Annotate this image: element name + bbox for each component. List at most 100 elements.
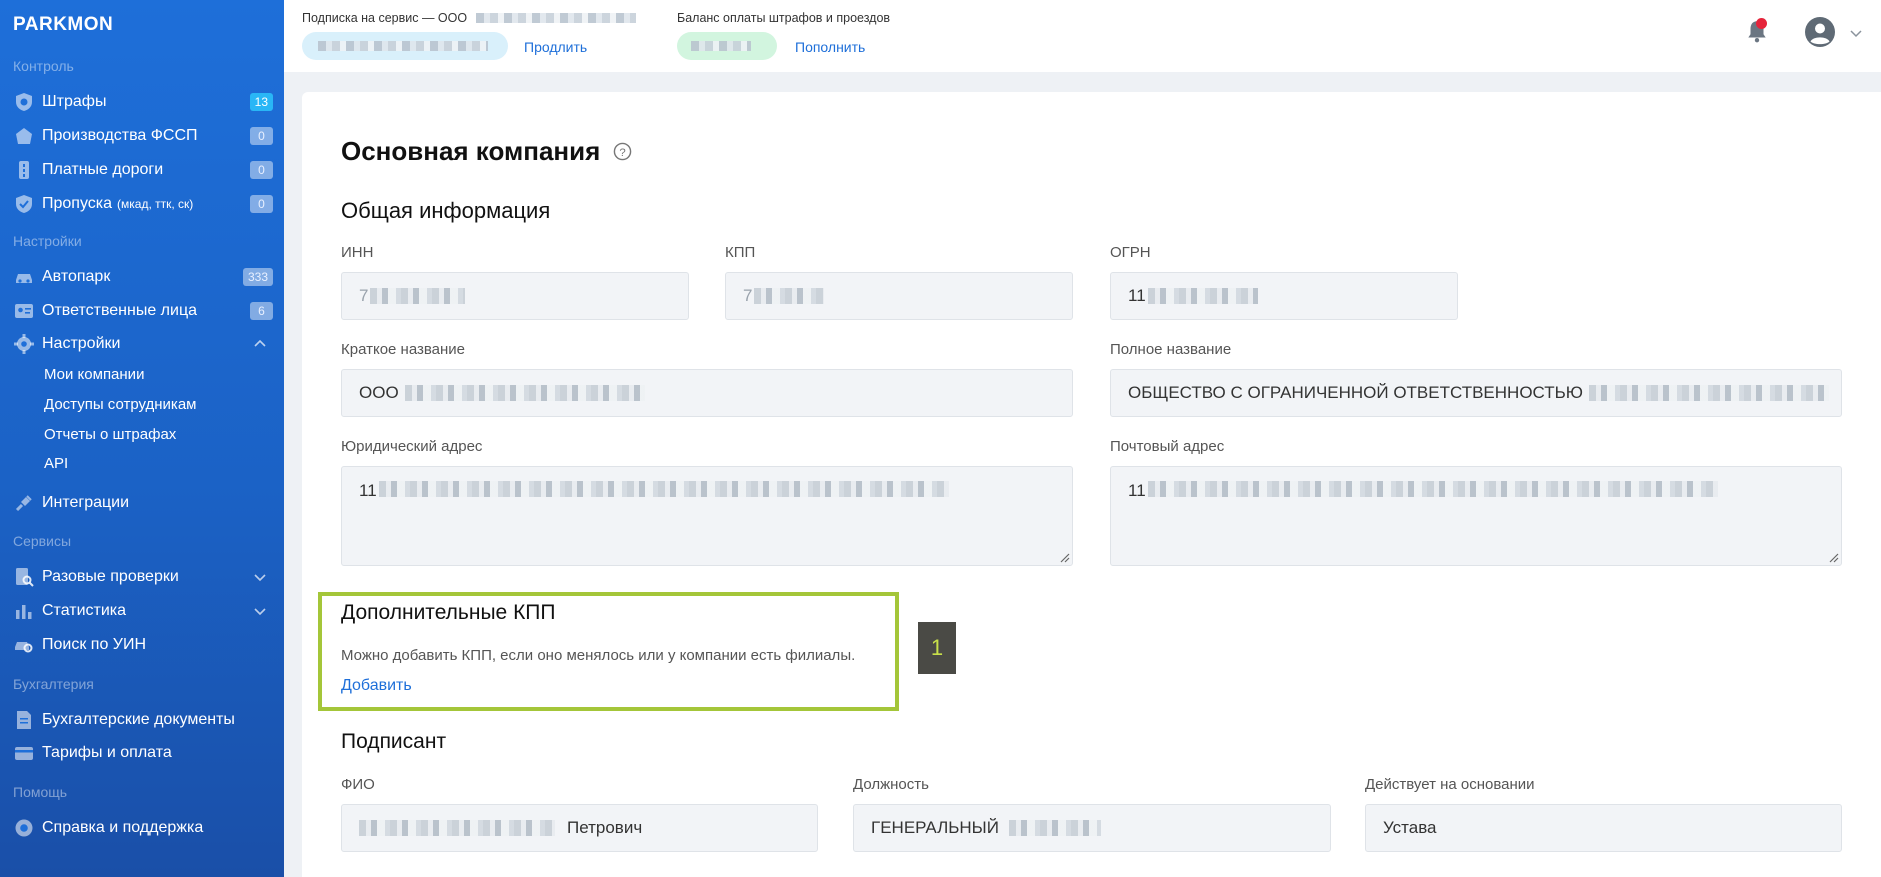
sidebar-item-support[interactable]: Справка и поддержка	[13, 813, 273, 843]
section-label-settings: Настройки	[13, 233, 82, 249]
lifebuoy-icon	[13, 817, 35, 839]
fssp-count-badge: 0	[250, 127, 273, 145]
car-icon	[13, 266, 35, 288]
extra-kpp-hint: Можно добавить КПП, если оно менялось ил…	[341, 647, 856, 664]
sidebar-item-label: Ответственные лица	[42, 302, 198, 319]
sidebar-item-fssp[interactable]: Производства ФССП 0	[13, 121, 273, 151]
logo[interactable]: PARKMON	[13, 14, 113, 36]
balance-label: Баланс оплаты штрафов и проездов	[677, 11, 891, 25]
notification-dot	[1756, 18, 1767, 29]
fio-field[interactable]: Петрович	[341, 804, 818, 852]
bar-chart-icon	[13, 600, 35, 622]
section-label-accounting: Бухгалтерия	[13, 676, 94, 692]
short-name-label: Краткое название	[341, 341, 466, 358]
redacted-value	[1147, 288, 1258, 304]
kpp-field: 7	[725, 272, 1073, 320]
position-label: Должность	[853, 776, 929, 793]
section-label-help: Помощь	[13, 784, 68, 800]
chevron-down-icon	[254, 608, 266, 616]
ogrn-field[interactable]: 11	[1110, 272, 1458, 320]
inn-label: ИНН	[341, 244, 374, 261]
sidebar-item-label: Автопарк	[42, 268, 111, 285]
road-icon	[13, 159, 35, 181]
sidebar-item-uin-search[interactable]: Поиск по УИН	[13, 630, 273, 660]
responsible-count-badge: 6	[250, 302, 273, 320]
document-search-icon	[13, 566, 35, 588]
help-icon[interactable]: ?	[613, 142, 632, 161]
sidebar-item-fleet[interactable]: Автопарк 333	[13, 262, 273, 292]
redacted-value	[1008, 820, 1101, 836]
sidebar-item-label: Поиск по УИН	[42, 636, 147, 653]
full-name-field[interactable]: ОБЩЕСТВО С ОГРАНИЧЕННОЙ ОТВЕТСТВЕННОСТЬЮ	[1110, 369, 1842, 417]
redacted-company-name	[476, 13, 636, 23]
sidebar-item-integrations[interactable]: Интеграции	[13, 488, 273, 518]
sidebar-subitem-my-companies[interactable]: Мои компании	[44, 366, 144, 383]
sidebar-item-label: Тарифы и оплата	[42, 744, 172, 761]
postal-address-label: Почтовый адрес	[1110, 438, 1225, 455]
fines-count-badge: 13	[249, 93, 273, 111]
postal-address-field[interactable]: 11	[1110, 466, 1842, 566]
sidebar-item-one-time-checks[interactable]: Разовые проверки	[13, 562, 273, 592]
sidebar-item-label: Платные дороги	[42, 161, 164, 178]
id-card-icon	[13, 300, 35, 322]
sidebar-subitem-fine-reports[interactable]: Отчеты о штрафах	[44, 426, 176, 443]
bank-icon	[13, 125, 35, 147]
sidebar-item-sublabel: (мкад, ттк, ск)	[117, 197, 194, 211]
sidebar-item-label: Производства ФССП	[42, 127, 198, 144]
chevron-down-icon	[254, 574, 266, 582]
redacted-value	[359, 820, 555, 836]
section-label-services: Сервисы	[13, 533, 72, 549]
renew-link[interactable]: Продлить	[524, 39, 587, 55]
sidebar-item-settings[interactable]: Настройки	[13, 329, 273, 359]
subscription-label: Подписка на сервис — ООО	[302, 11, 468, 25]
redacted-value	[378, 481, 949, 497]
redacted-value	[404, 385, 645, 401]
sidebar-item-accounting-docs[interactable]: Бухгалтерские документы	[13, 705, 273, 735]
redacted-value	[1147, 481, 1718, 497]
shield-ruble-icon	[13, 91, 35, 113]
redacted-subscription-value	[318, 41, 488, 51]
sidebar-subitem-api[interactable]: API	[44, 455, 68, 472]
resize-handle-icon[interactable]	[1058, 551, 1070, 563]
fleet-count-badge: 333	[242, 268, 273, 286]
svg-text:?: ?	[619, 147, 625, 159]
company-card: Основная компания ? Общая информация ИНН…	[302, 92, 1881, 877]
full-name-label: Полное название	[1110, 341, 1232, 358]
redacted-balance-value	[691, 41, 751, 51]
sidebar-subitem-employee-access[interactable]: Доступы сотрудникам	[44, 396, 196, 413]
kpp-label: КПП	[725, 244, 756, 261]
top-bar: Подписка на сервис — ООО Продлить Баланс…	[284, 0, 1881, 72]
plug-icon	[13, 492, 35, 514]
sidebar-item-label: Интеграции	[42, 494, 130, 511]
resize-handle-icon[interactable]	[1827, 551, 1839, 563]
sidebar-item-label: Разовые проверки	[42, 568, 179, 585]
inn-field: 7	[341, 272, 689, 320]
sidebar-item-fines[interactable]: Штрафы 13	[13, 87, 273, 117]
chevron-down-icon[interactable]	[1850, 29, 1862, 39]
add-kpp-link[interactable]: Добавить	[341, 677, 412, 695]
topup-link[interactable]: Пополнить	[795, 39, 865, 55]
sidebar: PARKMON Контроль Штрафы 13 Производства …	[0, 0, 284, 877]
sidebar-item-label: Статистика	[42, 602, 127, 619]
subscription-pill	[302, 32, 508, 60]
sidebar-item-label: Справка и поддержка	[42, 819, 204, 836]
redacted-value	[1588, 385, 1829, 401]
legal-address-field[interactable]: 11	[341, 466, 1073, 566]
basis-field[interactable]: Устава	[1365, 804, 1842, 852]
position-field[interactable]: ГЕНЕРАЛЬНЫЙ	[853, 804, 1331, 852]
redacted-value	[370, 288, 466, 304]
gear-icon	[13, 333, 35, 355]
sidebar-item-passes[interactable]: Пропуска (мкад, ттк, ск) 0	[13, 189, 273, 219]
sidebar-item-label: Пропуска	[42, 195, 113, 212]
sidebar-item-statistics[interactable]: Статистика	[13, 596, 273, 626]
short-name-field[interactable]: ООО	[341, 369, 1073, 417]
legal-address-label: Юридический адрес	[341, 438, 483, 455]
section-label-control: Контроль	[13, 58, 74, 74]
sidebar-item-tariffs[interactable]: Тарифы и оплата	[13, 738, 273, 768]
balance-pill	[677, 32, 777, 60]
user-avatar-icon[interactable]	[1804, 16, 1836, 48]
sidebar-item-label: Настройки	[42, 335, 121, 352]
sidebar-item-toll-roads[interactable]: Платные дороги 0	[13, 155, 273, 185]
sidebar-item-responsible[interactable]: Ответственные лица 6	[13, 296, 273, 326]
sidebar-item-label: Штрафы	[42, 93, 107, 110]
